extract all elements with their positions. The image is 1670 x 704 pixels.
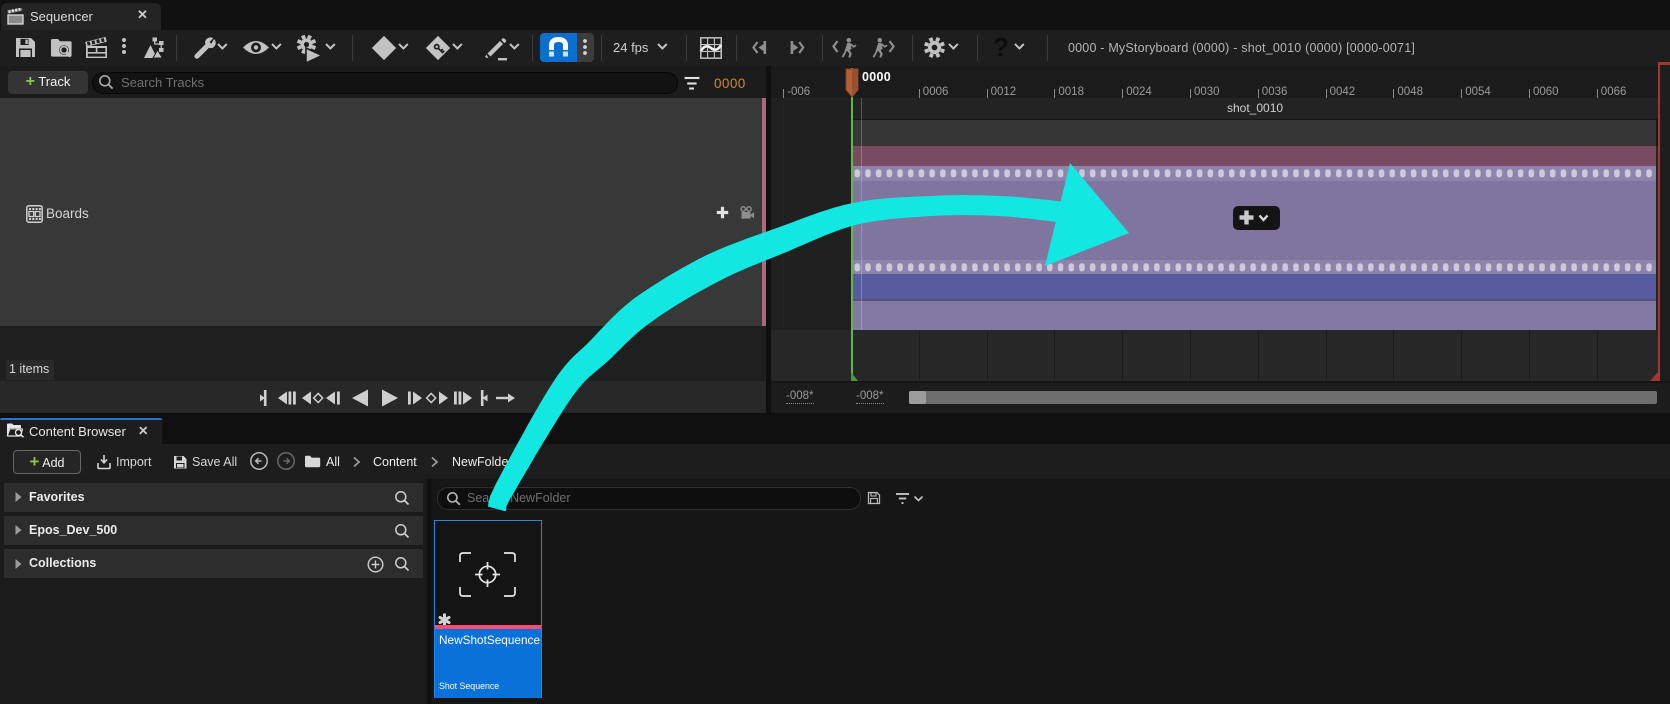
svg-text:0000 - MyStoryboard (0000) - s: 0000 - MyStoryboard (0000) - shot_0010 (…: [1068, 41, 1415, 55]
svg-text:?: ?: [993, 32, 1009, 62]
svg-text:24 fps: 24 fps: [613, 40, 649, 55]
